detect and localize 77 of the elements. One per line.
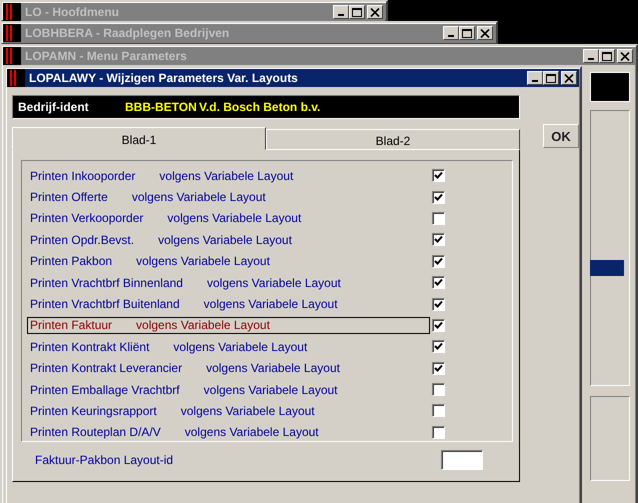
field-label: Faktuur-Pakbon Layout-id	[35, 453, 174, 467]
check-icon	[434, 300, 443, 309]
check-icon	[434, 171, 443, 180]
close-button[interactable]	[561, 71, 577, 85]
window-title: LOPALAWY - Wijzigen Parameters Var. Layouts	[29, 71, 299, 85]
checkbox[interactable]	[432, 298, 445, 311]
check-icon	[434, 342, 443, 352]
checkbox[interactable]	[432, 362, 445, 375]
minimize-button[interactable]	[443, 26, 459, 40]
check-icon	[434, 364, 443, 373]
checkbox[interactable]	[432, 212, 445, 225]
checkbox[interactable]	[432, 233, 445, 246]
option-text[interactable]: Printen Emballage Vrachtbrf volgens Variabele Layout	[27, 381, 430, 398]
maximize-icon	[546, 74, 556, 82]
maximize-icon	[352, 8, 362, 16]
checkbox[interactable]	[432, 190, 445, 204]
close-button[interactable]	[617, 49, 633, 63]
minimize-icon	[448, 35, 454, 37]
check-icon	[434, 320, 443, 330]
option-text[interactable]: Printen Pakbon volgens Variabele Layout	[27, 252, 430, 270]
option-text[interactable]: Printen Routeplan D/A/V volgens Variabele Layout	[27, 424, 430, 441]
selection-bar	[590, 260, 624, 276]
minimize-button[interactable]	[583, 49, 599, 63]
check-icon	[434, 192, 443, 202]
option-text[interactable]: Printen Inkooporder volgens Variabele Layout	[27, 167, 430, 184]
input-field[interactable]	[441, 450, 483, 470]
option-text[interactable]: Printen Offerte volgens Variabele Layout	[27, 188, 430, 206]
minimize-button[interactable]	[333, 5, 349, 19]
tab[interactable]: Blad-1	[12, 127, 266, 150]
minimize-button[interactable]	[527, 71, 543, 85]
option-text[interactable]: Printen Vrachtbrf Binnenland volgens Variabele Layout	[27, 274, 430, 292]
close-button[interactable]	[367, 5, 383, 19]
close-icon	[564, 74, 574, 82]
check-icon	[434, 256, 443, 266]
option-text[interactable]: Printen Kontrakt Leverancier volgens Variabele Layout	[27, 360, 430, 377]
checkbox[interactable]	[432, 169, 445, 182]
minimize-icon	[532, 80, 538, 82]
checkbox[interactable]	[432, 404, 445, 418]
company-code: BBB-BETON	[125, 100, 198, 114]
tab[interactable]: Blad-2	[266, 129, 520, 150]
close-button[interactable]	[477, 26, 493, 40]
option-text[interactable]: Printen Verkooporder volgens Variabele Layout	[27, 210, 430, 227]
maximize-icon	[602, 52, 612, 60]
company-name: V.d. Bosch Beton b.v.	[199, 100, 320, 114]
option-text[interactable]: Printen Keuringsrapport volgens Variabele Layout	[27, 402, 430, 420]
ok-button[interactable]: OK	[543, 124, 579, 148]
option-text[interactable]: Printen Vrachtbrf Buitenland volgens Variabele Layout	[27, 296, 430, 313]
window-title: LOBHBERA - Raadplegen Bedrijven	[25, 26, 230, 40]
app-icon	[3, 24, 21, 42]
option-text[interactable]: Printen Faktuur volgens Variabele Layout	[27, 316, 430, 334]
maximize-button[interactable]	[459, 26, 475, 40]
checkbox[interactable]	[432, 276, 445, 290]
company-label: Bedrijf-ident	[18, 100, 90, 114]
window-title: LOPAMN - Menu Parameters	[25, 49, 188, 63]
check-icon	[434, 278, 443, 288]
close-icon	[620, 52, 630, 60]
maximize-button[interactable]	[349, 5, 365, 19]
check-icon	[434, 235, 443, 244]
close-icon	[480, 28, 490, 38]
minimize-icon	[588, 58, 594, 60]
maximize-button[interactable]	[599, 49, 615, 63]
option-text[interactable]: Printen Kontrakt Kliënt volgens Variabele Layout	[27, 338, 430, 356]
maximize-icon	[462, 28, 472, 38]
close-icon	[370, 8, 380, 16]
checkbox[interactable]	[432, 340, 445, 354]
info-bar	[590, 72, 630, 102]
app-icon	[7, 69, 25, 87]
option-text[interactable]: Printen Opdr.Bevst. volgens Variabele Layout	[27, 231, 430, 248]
app-icon	[3, 3, 21, 21]
app-icon	[3, 47, 21, 65]
checkbox[interactable]	[432, 318, 445, 332]
checkbox[interactable]	[432, 426, 445, 439]
maximize-button[interactable]	[543, 71, 559, 85]
checkbox[interactable]	[432, 383, 445, 396]
checkbox[interactable]	[432, 254, 445, 268]
minimize-icon	[338, 14, 344, 16]
window-title: LO - Hoofdmenu	[25, 5, 120, 19]
